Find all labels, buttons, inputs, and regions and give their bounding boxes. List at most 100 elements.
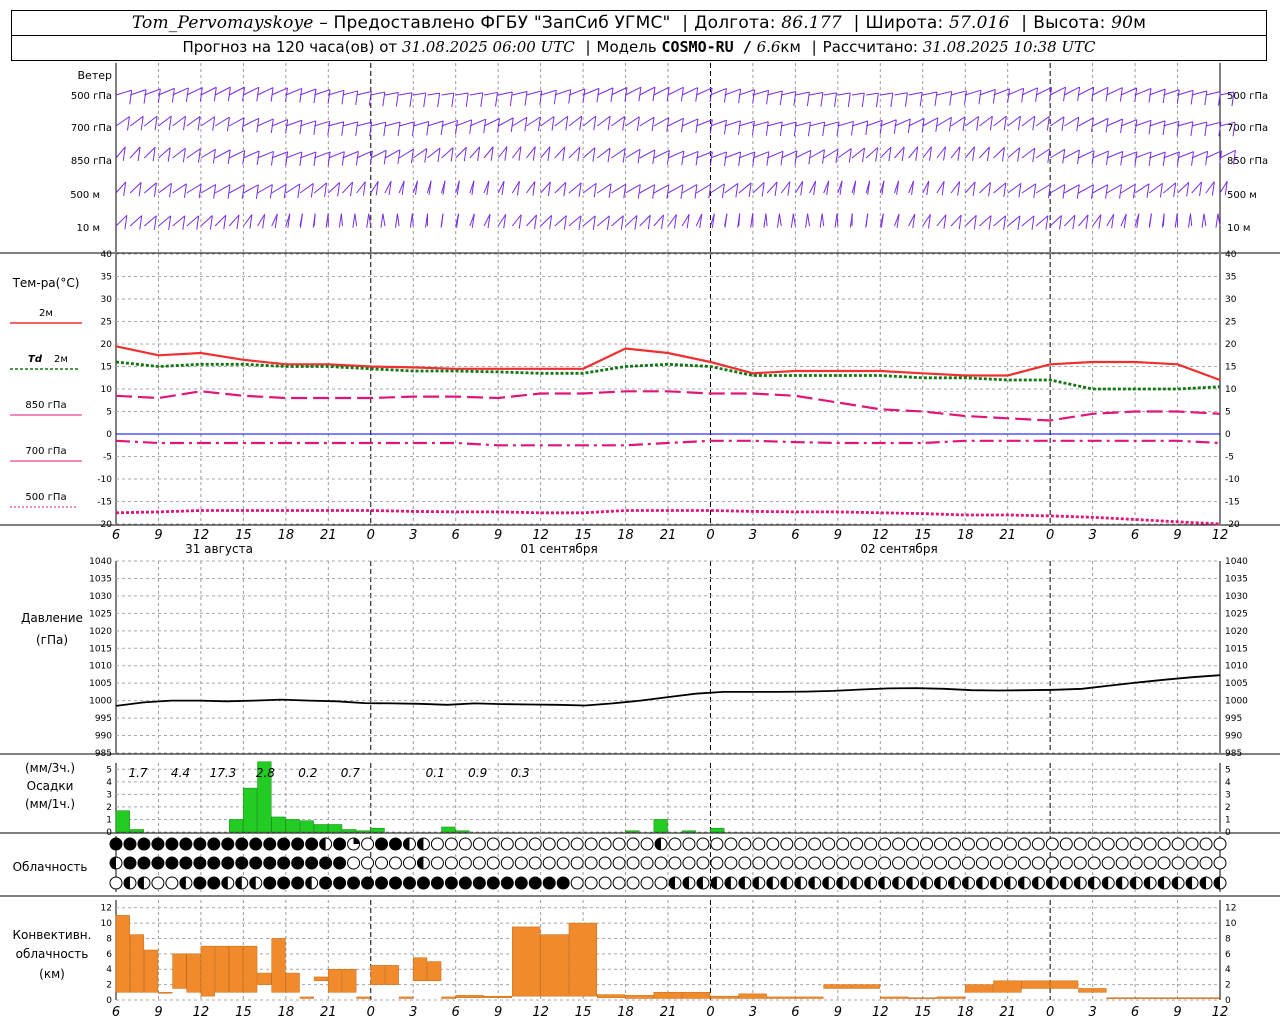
wind-barb-shaft	[1064, 116, 1079, 127]
press-tick-label-right: 990	[1225, 732, 1242, 742]
cloud-half-icon	[892, 877, 899, 889]
cloud-clear-icon	[1171, 856, 1185, 870]
wind-barb-shaft	[1078, 86, 1094, 96]
wind-barb-feather	[551, 116, 555, 131]
wind-barb-shaft	[356, 91, 372, 96]
wind-barb-shaft	[1203, 213, 1207, 227]
cloud-overcast-icon	[291, 837, 305, 851]
conv-bar	[936, 996, 965, 999]
press-tick-label-left: 1005	[89, 679, 112, 689]
cloud-overcast-icon	[235, 837, 249, 851]
temp-tick-label-right: 10	[1225, 385, 1237, 395]
cloud-clear-icon	[906, 837, 920, 851]
cloud-clear-icon	[766, 837, 780, 851]
wind-barb-shaft	[809, 149, 825, 159]
conv-bar	[257, 972, 272, 985]
cloud-overcast-icon	[249, 856, 263, 870]
wind-barb-feather	[341, 90, 345, 105]
wind-barb-shaft	[1177, 89, 1194, 96]
wind-barb-shaft	[1035, 87, 1052, 96]
precip-title: Осадки	[27, 779, 74, 793]
wind-barb-shaft	[158, 147, 171, 159]
cloud-overcast-icon	[305, 856, 319, 870]
wind-barb-shaft	[243, 117, 260, 127]
wind-barb-shaft	[823, 92, 837, 96]
conv-tick-label-right: 2	[1225, 981, 1231, 991]
cloud-clear-icon	[584, 876, 598, 890]
wind-barb-feather	[850, 121, 854, 136]
wind-barb-shaft	[469, 118, 486, 127]
temp-tick-label-right: -10	[1225, 475, 1240, 485]
wind-barb-shaft	[412, 148, 428, 159]
wind-barb-feather	[140, 116, 144, 131]
wind-barb-feather	[637, 149, 641, 164]
wind-barb-feather	[865, 120, 869, 136]
conv-bar	[512, 926, 541, 997]
cloud-half-icon	[1018, 877, 1025, 889]
wind-barb-shaft	[582, 215, 596, 227]
cloud-overcast-icon	[165, 837, 179, 851]
wind-barb-feather	[779, 90, 783, 106]
conv-bar	[228, 945, 244, 993]
temp-tick-label-left: 35	[101, 273, 112, 283]
wind-level-label-700hpa: 700 гПа	[71, 123, 112, 134]
wind-barb-feather	[183, 183, 187, 198]
wind-barb-shaft	[639, 149, 656, 159]
wind-barb-shaft	[526, 90, 542, 96]
wind-barb-feather	[992, 89, 996, 104]
cloud-clear-icon	[654, 856, 668, 870]
cloud-clear-icon	[1003, 837, 1017, 851]
cloud-overcast-icon	[305, 837, 319, 851]
cloud-overcast-icon	[528, 876, 542, 890]
press-tick-label-right: 1000	[1225, 697, 1248, 707]
cloud-overcast-icon	[375, 837, 389, 851]
wind-barb-shaft	[1120, 87, 1137, 96]
cloud-overcast-icon	[263, 837, 277, 851]
wind-barb-feather	[565, 116, 569, 131]
wind-barb-shaft	[894, 92, 908, 96]
cloud-half-icon	[655, 838, 662, 850]
hour-tick-bottom: 9	[154, 1005, 162, 1020]
wind-barb-feather	[1031, 215, 1035, 230]
cloud-half-icon	[724, 877, 731, 889]
wind-barb-shaft	[313, 89, 331, 96]
conv-bar	[710, 995, 739, 999]
wind-barb-shaft	[807, 213, 811, 227]
conv-bar	[1134, 997, 1164, 999]
press-tick-label-left: 1035	[89, 574, 112, 584]
wind-barb-feather	[153, 182, 157, 197]
conv-bar	[285, 972, 300, 993]
press-tick-label-left: 1040	[89, 557, 112, 567]
press-tick-label-left: 990	[95, 732, 112, 742]
hour-tick-bottom: 15	[914, 1005, 931, 1020]
wind-barb-shaft	[115, 116, 130, 127]
conv-bar	[908, 997, 937, 999]
temp-tick-label-left: 10	[101, 385, 113, 395]
cloud-clear-icon	[472, 856, 486, 870]
cloud-overcast-icon	[207, 837, 221, 851]
wind-barb-feather	[270, 151, 274, 166]
wind-barb-shaft	[781, 150, 798, 159]
wind-barb-feather	[1162, 89, 1166, 104]
wind-barb-shaft	[653, 184, 670, 194]
wind-barb-shaft	[1049, 184, 1066, 194]
wind-barb-feather	[154, 116, 158, 131]
cloud-clear-icon	[361, 856, 375, 870]
cloud-overcast-icon	[361, 876, 375, 890]
wind-barb-shaft	[639, 116, 655, 127]
press-tick-label-left: 1020	[89, 627, 112, 637]
cloud-clear-icon	[626, 837, 640, 851]
wind-barb-feather	[469, 119, 473, 134]
wind-barb-feather	[1190, 90, 1194, 105]
wind-barb-feather	[1017, 116, 1021, 131]
wind-barb-feather	[890, 92, 894, 108]
wind-barb-shaft	[313, 151, 331, 159]
wind-barb-feather	[394, 213, 398, 228]
wind-barb-feather	[182, 215, 186, 230]
cloud-clear-icon	[584, 837, 598, 851]
wind-barb-feather	[1162, 151, 1166, 167]
conv-bar	[186, 953, 201, 993]
cloud-clear-icon	[989, 856, 1003, 870]
conv-bar	[299, 996, 314, 999]
wind-barb-feather	[451, 93, 455, 108]
